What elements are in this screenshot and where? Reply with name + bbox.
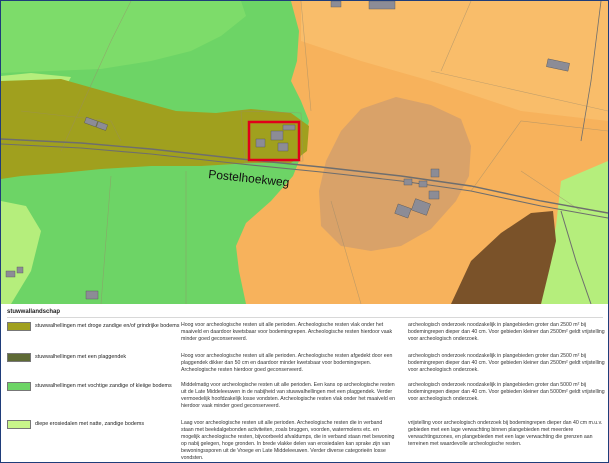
legend-swatch [7, 382, 31, 391]
legend-divider [7, 317, 603, 318]
legend-item-advice: archeologisch onderzoek noodzakelijk in … [408, 353, 605, 373]
map-figure: Postelhoekweg stuwwallandschap stuwwalhe… [0, 0, 609, 463]
legend-swatch [7, 353, 31, 362]
map-canvas[interactable]: Postelhoekweg [1, 1, 608, 305]
legend-title: stuwwallandschap [7, 309, 61, 315]
legend-item-description: Laag voor archeologische resten uit alle… [181, 420, 395, 461]
map-view[interactable]: Postelhoekweg [1, 1, 608, 305]
legend-item-label: stuwwalhellingen met droge zandige en/of… [35, 323, 180, 329]
legend-item-label: stuwwalhellingen met een plaggendek [35, 354, 127, 360]
legend-item-label: stuwwalhellingen met vochtige zandige of… [35, 383, 172, 389]
legend-item-advice: archeologisch onderzoek noodzakelijk in … [408, 382, 605, 402]
legend-item-moist-slopes: stuwwalhellingen met vochtige zandige of… [1, 380, 608, 420]
map-legend: stuwwallandschap stuwwalhellingen met dr… [1, 304, 608, 462]
legend-item-description: Hoog voor archeologische resten uit alle… [181, 353, 393, 373]
legend-item-description: Hoog voor archeologische resten uit alle… [181, 322, 393, 342]
legend-item-advice: vrijstelling voor archeologisch onderzoe… [408, 420, 603, 447]
legend-swatch [7, 322, 31, 331]
legend-item-description: Middelmatig voor archeologische resten u… [181, 382, 395, 409]
legend-item-advice: archeologisch onderzoek noodzakelijk in … [408, 322, 605, 342]
legend-item-erosion-valleys: diepe erosiedalen met natte, zandige bod… [1, 418, 608, 461]
legend-swatch [7, 420, 31, 429]
legend-item-label: diepe erosiedalen met natte, zandige bod… [35, 421, 145, 427]
